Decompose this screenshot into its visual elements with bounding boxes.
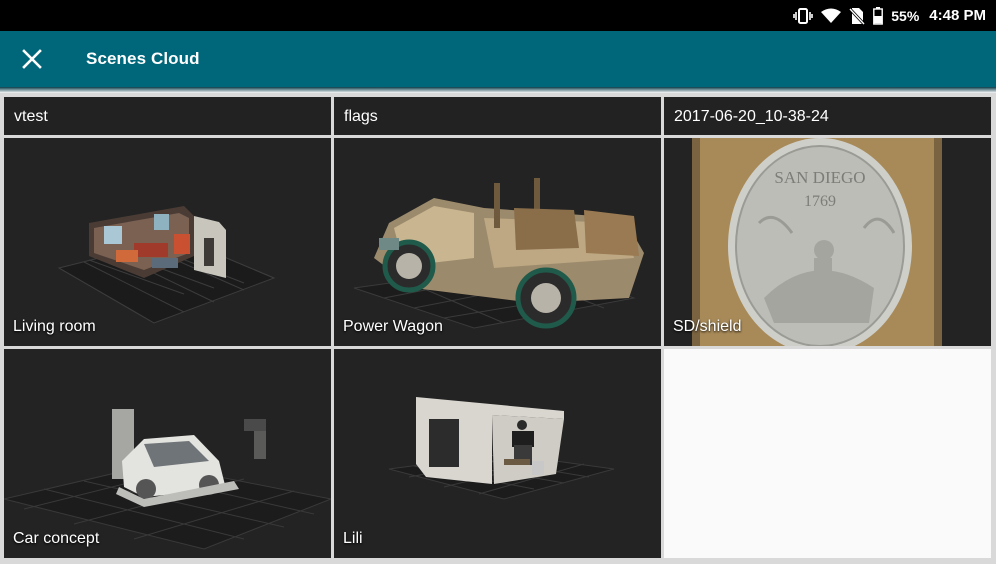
vibrate-icon: [793, 7, 814, 24]
scene-label: Car concept: [13, 530, 100, 547]
folder-item[interactable]: 2017-06-20_10-38-24: [664, 97, 991, 135]
scene-tile[interactable]: Car concept: [4, 349, 331, 558]
folder-item[interactable]: vtest: [4, 97, 331, 135]
power-wagon-thumbnail: [334, 138, 661, 346]
scenes-grid: vtest flags 2017-06-20_10-38-24 Living r…: [0, 93, 996, 564]
no-sim-icon: [849, 7, 866, 25]
battery-icon: [873, 6, 884, 25]
empty-slot: [664, 349, 991, 558]
folder-label: vtest: [14, 108, 48, 125]
wifi-icon: [821, 8, 842, 24]
battery-percent: 55%: [891, 7, 920, 24]
page-title: Scenes Cloud: [86, 49, 200, 68]
folder-label: flags: [344, 108, 378, 125]
shield-text: SAN DIEGO: [774, 168, 865, 187]
close-button[interactable]: [18, 45, 46, 73]
folder-item[interactable]: flags: [334, 97, 661, 135]
scene-tile[interactable]: SAN DIEGO 1769 SD/shield: [664, 138, 991, 346]
living-room-thumbnail: [4, 138, 331, 346]
status-bar: 55% 4:48 PM: [0, 0, 996, 31]
lili-thumbnail: [334, 349, 661, 558]
clock: 4:48 PM: [929, 7, 986, 24]
sd-shield-thumbnail: SAN DIEGO 1769: [664, 138, 991, 346]
scene-label: Lili: [343, 530, 363, 547]
shield-year: 1769: [804, 193, 836, 210]
folder-label: 2017-06-20_10-38-24: [674, 108, 829, 125]
app-bar: Scenes Cloud: [0, 31, 996, 93]
close-icon: [22, 49, 42, 69]
scene-label: Living room: [13, 318, 96, 335]
scene-tile[interactable]: Power Wagon: [334, 138, 661, 346]
car-concept-thumbnail: [4, 349, 331, 558]
scene-tile[interactable]: Living room: [4, 138, 331, 346]
scene-label: Power Wagon: [343, 318, 443, 335]
status-icons: 55% 4:48 PM: [793, 0, 986, 31]
scene-label: SD/shield: [673, 318, 742, 335]
scene-tile[interactable]: Lili: [334, 349, 661, 558]
